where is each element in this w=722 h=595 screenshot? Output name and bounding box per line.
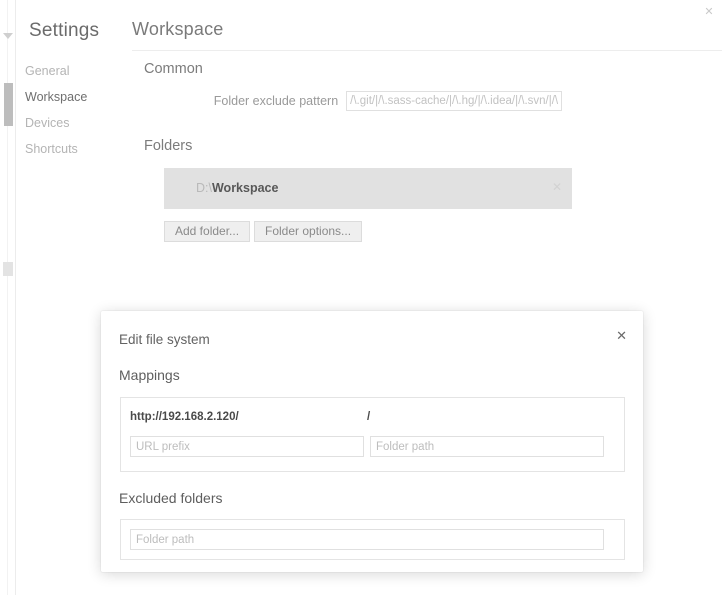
folders-section-heading: Folders	[144, 138, 193, 154]
folder-drive-label: D:\	[196, 181, 212, 195]
url-prefix-input[interactable]	[130, 436, 364, 457]
excluded-folders-heading: Excluded folders	[119, 490, 223, 506]
mappings-container: http://192.168.2.120/ /	[120, 397, 625, 472]
folder-exclude-pattern-label: Folder exclude pattern	[213, 94, 339, 108]
sidebar-item-general[interactable]: General	[25, 64, 69, 78]
folder-exclude-pattern-input[interactable]	[346, 91, 562, 111]
folder-options-button[interactable]: Folder options...	[254, 221, 363, 242]
sidebar-item-shortcuts[interactable]: Shortcuts	[25, 142, 78, 156]
mapping-folder-path-input[interactable]	[370, 436, 604, 457]
scroll-down-arrow-icon[interactable]	[3, 33, 13, 39]
mapping-folder-path-value: /	[367, 411, 371, 423]
page-title: Workspace	[132, 19, 224, 39]
edit-file-system-dialog: Edit file system ✕ Mappings http://192.1…	[101, 311, 643, 572]
folder-remove-icon[interactable]: ✕	[552, 180, 562, 194]
window-scrollbar[interactable]	[0, 0, 16, 595]
settings-title: Settings	[29, 20, 100, 41]
excluded-folder-path-input[interactable]	[130, 529, 604, 550]
folder-path-text: D:\Workspace	[196, 181, 278, 195]
mappings-heading: Mappings	[119, 367, 180, 383]
mapping-url-prefix-value: http://192.168.2.120/	[130, 411, 239, 423]
scrollbar-thumb[interactable]	[4, 83, 13, 126]
sidebar-item-workspace[interactable]: Workspace	[25, 90, 87, 104]
folder-list-item[interactable]: D:\Workspace ✕	[164, 168, 572, 209]
sidebar-item-devices[interactable]: Devices	[25, 116, 69, 130]
add-folder-button[interactable]: Add folder...	[164, 221, 251, 242]
scrollbar-thumb-secondary[interactable]	[3, 262, 13, 276]
folder-name-label: Workspace	[211, 181, 279, 195]
folder-exclude-pattern-row: Folder exclude pattern	[120, 91, 562, 111]
title-divider	[132, 50, 722, 51]
common-section-heading: Common	[144, 61, 203, 77]
dialog-close-icon[interactable]: ✕	[616, 329, 627, 342]
dialog-title: Edit file system	[119, 332, 210, 347]
excluded-folders-container	[120, 519, 625, 560]
folder-list: D:\Workspace ✕	[164, 168, 572, 209]
